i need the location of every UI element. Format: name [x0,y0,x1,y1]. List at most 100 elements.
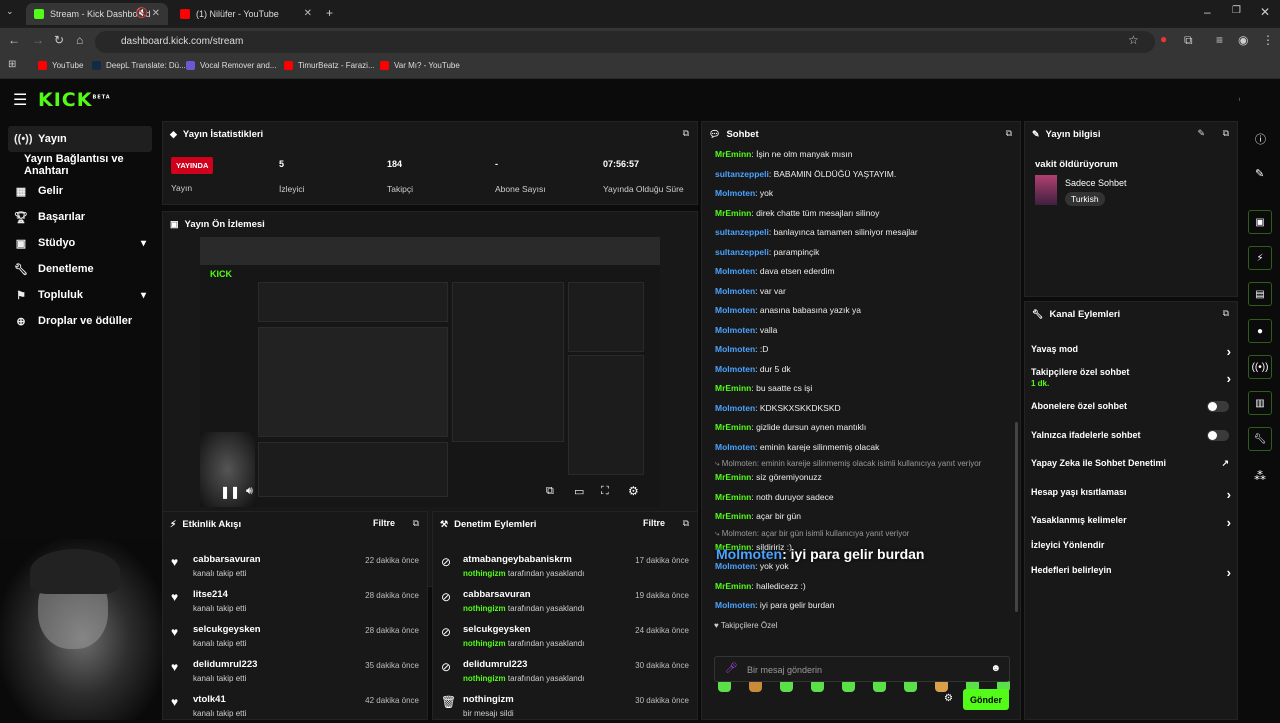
action-account-age[interactable]: Hesap yaşı kısıtlaması › [1031,487,1231,502]
mute-icon[interactable]: 🔇 [136,8,148,19]
rail-stats-button[interactable]: ((•)) [1248,355,1272,379]
sidebar-item-denetleme[interactable]: 🔧︎ Denetleme [8,256,152,282]
tab-kick-dashboard[interactable]: Stream - Kick Dashboard 🔇 ✕ [26,3,168,25]
rail-activity-button[interactable]: ⚡︎ [1248,246,1272,270]
moderated-user[interactable]: selcukgeysken [463,624,531,635]
bookmark-timurbeatz[interactable]: TimurBeatz - Farazi... [284,61,375,70]
edit-icon[interactable]: ✎ [1197,128,1205,139]
sidebar-item-topluluk[interactable]: ⚑ Topluluk ▾ [8,282,152,308]
chat-username[interactable]: MrEminn [715,581,751,591]
category-thumbnail[interactable] [1035,175,1057,205]
chat-username[interactable]: Molmoten [715,344,755,354]
chat-input[interactable]: 🎤︎ Bir mesaj gönderin ☻ [714,656,1010,682]
category-name[interactable]: Sadece Sohbet [1065,178,1127,188]
hamburger-menu-icon[interactable]: ☰ [13,90,27,110]
chat-username[interactable]: Molmoten [715,286,755,296]
pause-icon[interactable]: ❚❚ [220,485,240,499]
chat-username[interactable]: Molmoten [715,188,755,198]
popout-icon[interactable]: ⧉ [1223,128,1229,139]
maximize-icon[interactable]: ❐ [1232,5,1241,16]
chat-settings-gear-icon[interactable]: ⚙ [944,693,953,704]
menu-kebab-icon[interactable]: ⋮ [1262,33,1274,47]
info-icon[interactable]: ⓘ [1255,131,1266,147]
new-tab-icon[interactable]: + [326,6,333,20]
tab-search-icon[interactable]: ⌄ [6,6,14,17]
moderated-user[interactable]: delidumrul223 [463,659,527,670]
chat-username[interactable]: MrEminn [715,492,751,502]
activity-user[interactable]: vtolk41 [193,694,226,705]
extensions-puzzle-icon[interactable]: ⧉ [1184,33,1193,48]
popout-icon[interactable]: ⧉ [683,518,689,529]
chat-username[interactable]: MrEminn [715,208,751,218]
chat-scrollbar[interactable] [1015,422,1018,612]
moderator-name[interactable]: nothingizm [463,569,506,578]
rail-info-button[interactable]: ▥ [1248,391,1272,415]
moderated-user[interactable]: atmabangeybabaniskrm [463,554,572,565]
home-icon[interactable]: ⌂ [76,33,83,47]
popout-icon[interactable]: ⧉ [413,518,419,529]
send-button[interactable]: Gönder [963,689,1009,710]
toggle-switch[interactable] [1207,430,1229,441]
fullscreen-icon[interactable]: ⛶ [601,485,609,498]
action-ai-moderation[interactable]: Yapay Zeka ile Sohbet Denetimi ↗ [1031,458,1231,468]
chat-username[interactable]: Molmoten [715,364,755,374]
activity-user[interactable]: delidumrul223 [193,659,257,670]
rail-actions-button[interactable]: 🔧︎ [1248,427,1272,451]
popout-icon[interactable]: ⧉ [683,128,689,139]
moderator-name[interactable]: nothingizm [463,604,506,613]
sidebar-item-droplar[interactable]: ⊕ Droplar ve ödüller [8,308,152,334]
action-banned-words[interactable]: Yasaklanmış kelimeler › [1031,515,1231,530]
close-window-icon[interactable]: ✕ [1260,5,1270,19]
moderated-user[interactable]: nothingizm [463,694,514,705]
rail-chat-button[interactable]: ● [1248,319,1272,343]
theater-icon[interactable]: ▭ [574,485,584,498]
chat-username[interactable]: Molmoten [715,305,755,315]
activity-user[interactable]: selcukgeysken [193,624,261,635]
minimize-icon[interactable]: – [1204,5,1211,19]
action-raid[interactable]: İzleyici Yönlendir [1031,540,1231,550]
settings-gear-icon[interactable]: ⚙ [628,484,639,498]
edit-pencil-icon[interactable]: ✎ [1255,167,1264,180]
action-followers-only[interactable]: Takipçilere özel sohbet 1 dk. › [1031,367,1231,388]
chat-username[interactable]: MrEminn [715,422,751,432]
reload-icon[interactable]: ↻ [54,33,64,47]
sidebar-item-gelir[interactable]: ▦ Gelir [8,178,152,204]
bookmark-vocal-remover[interactable]: Vocal Remover and... [186,61,276,70]
moderator-name[interactable]: nothingizm [463,639,506,648]
bookmark-youtube[interactable]: YouTube [38,61,83,70]
chat-username[interactable]: Molmoten [715,325,755,335]
tab-youtube[interactable]: (1) Nilüfer - YouTube ✕ [172,3,320,25]
sidebar-item-basarilar[interactable]: 🏆︎ Başarılar [8,204,152,230]
microphone-icon[interactable]: 🎤︎ [725,663,738,674]
forward-icon[interactable]: → [32,33,44,47]
rail-notes-button[interactable]: ▤ [1248,282,1272,306]
sidebar-item-stream-key[interactable]: Yayın Bağlantısı ve Anahtarı [8,152,152,178]
filter-button[interactable]: Filtre [373,518,395,528]
close-tab-icon[interactable]: ✕ [304,8,312,19]
chat-username[interactable]: Molmoten [715,442,755,452]
volume-icon[interactable]: 🔊︎ [246,485,253,498]
bookmark-star-icon[interactable]: ☆ [1128,33,1139,47]
chat-username[interactable]: MrEminn [715,472,751,482]
emoji-icon[interactable]: ☻ [990,663,1001,674]
back-icon[interactable]: ← [8,33,20,47]
sidebar-item-studyo[interactable]: ▣ Stüdyo ▾ [8,230,152,256]
chat-username[interactable]: sultanzeppeli [715,247,769,257]
chat-username[interactable]: sultanzeppeli [715,169,769,179]
add-widget-icon[interactable]: ⁂ [1254,469,1266,483]
chat-username[interactable]: MrEminn [715,511,751,521]
sidebar-item-yayin[interactable]: ((•)) Yayın [8,126,152,152]
toggle-switch[interactable] [1207,401,1229,412]
popout-icon[interactable]: ⧉ [1006,128,1012,139]
moderator-name[interactable]: nothingizm [463,674,506,683]
chat-username[interactable]: Molmoten [715,403,755,413]
rail-preview-button[interactable]: ▣ [1248,210,1272,234]
address-bar[interactable]: dashboard.kick.com/stream [95,31,1155,53]
activity-user[interactable]: cabbarsavuran [193,554,261,565]
extension-icon[interactable]: ● [1160,32,1167,46]
chat-username[interactable]: Molmoten [715,600,755,610]
close-tab-icon[interactable]: ✕ [152,8,160,19]
apps-grid-icon[interactable]: ⊞ [8,59,16,70]
action-goals[interactable]: Hedefleri belirleyin › [1031,565,1231,580]
bookmark-var-mi[interactable]: Var Mı? - YouTube [380,61,460,70]
